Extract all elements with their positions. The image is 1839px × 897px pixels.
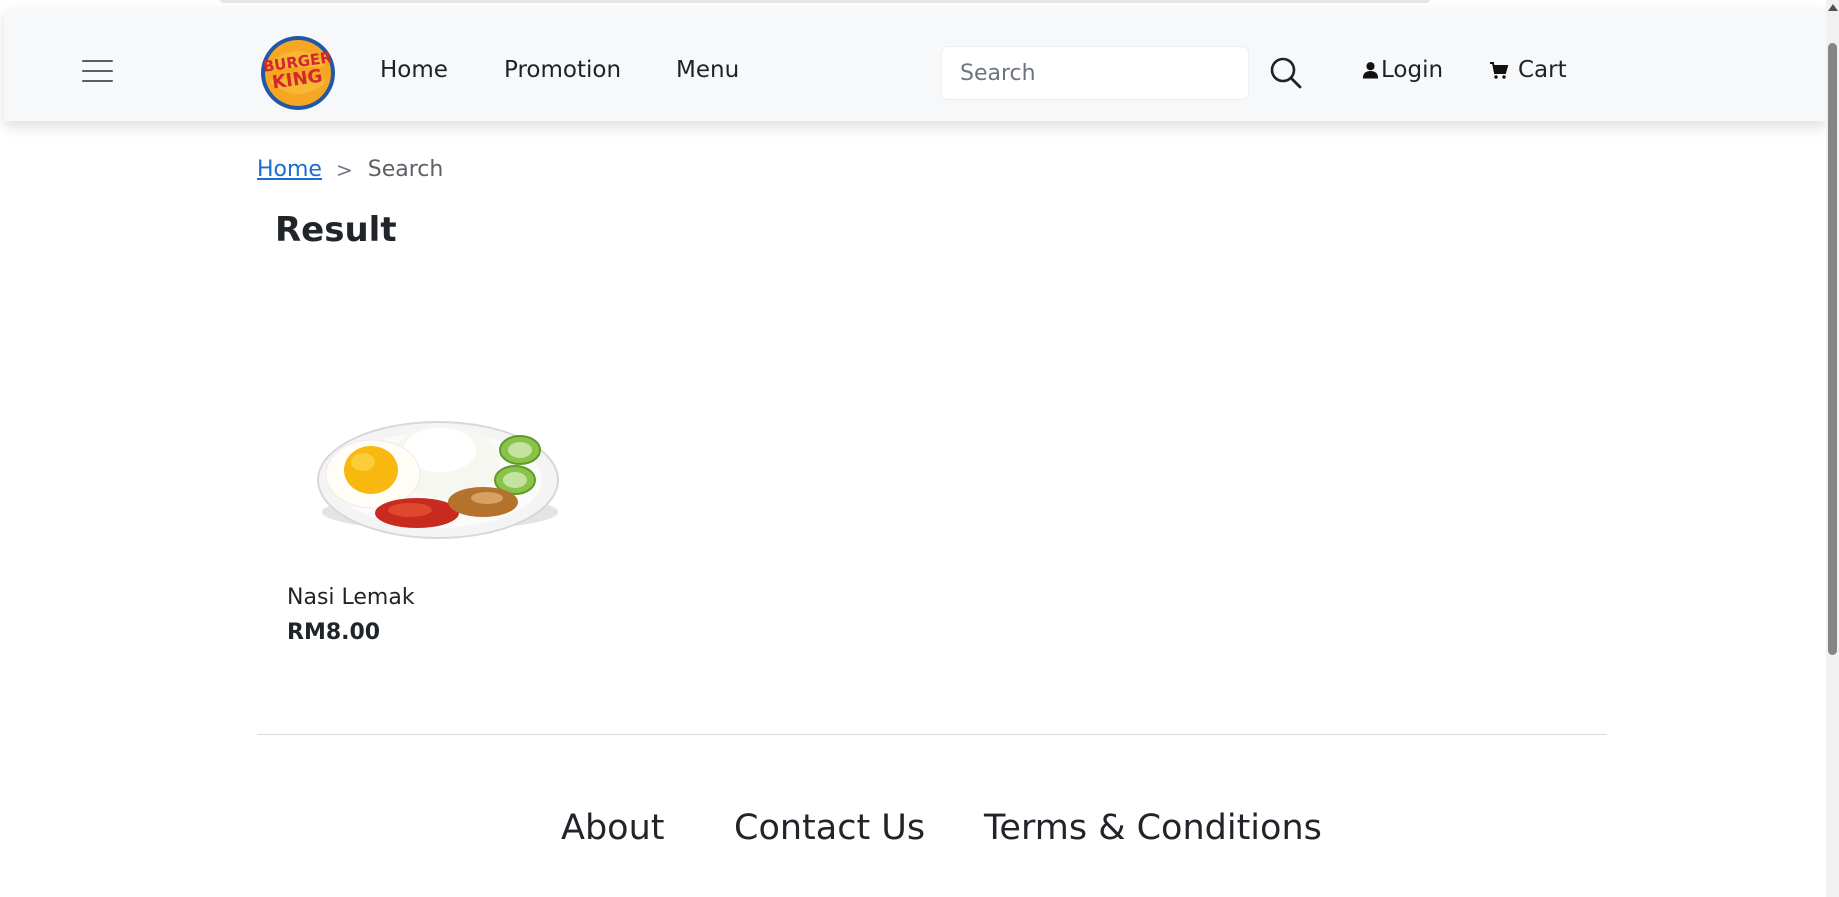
cart-label: Cart bbox=[1518, 57, 1567, 83]
login-label: Login bbox=[1381, 57, 1444, 83]
nasi-lemak-image[interactable] bbox=[315, 380, 560, 550]
nav-menu[interactable]: Menu bbox=[676, 57, 739, 83]
site-header: BURGER KING Home Promotion Menu Login Ca… bbox=[4, 8, 1826, 121]
nav-home[interactable]: Home bbox=[380, 57, 448, 83]
breadcrumb-current: Search bbox=[367, 157, 444, 182]
login-link[interactable]: Login bbox=[1361, 57, 1443, 83]
footer-about-link[interactable]: About bbox=[561, 808, 664, 848]
vertical-scrollbar[interactable] bbox=[1826, 0, 1839, 897]
footer-divider bbox=[257, 734, 1607, 735]
product-card[interactable]: Nasi Lemak RM8.00 bbox=[285, 380, 575, 655]
product-name[interactable]: Nasi Lemak bbox=[287, 585, 415, 610]
scroll-up-arrow-icon[interactable] bbox=[1828, 4, 1838, 11]
footer-contact-link[interactable]: Contact Us bbox=[734, 808, 925, 848]
breadcrumb-separator: > bbox=[335, 157, 353, 182]
search-field[interactable] bbox=[941, 46, 1249, 100]
scrollbar-thumb[interactable] bbox=[1828, 43, 1837, 655]
user-icon bbox=[1362, 62, 1379, 79]
search-icon[interactable] bbox=[1268, 55, 1304, 91]
window-top-edge bbox=[220, 0, 1430, 3]
hamburger-menu-icon[interactable] bbox=[82, 58, 114, 84]
product-price: RM8.00 bbox=[287, 620, 381, 645]
footer-terms-link[interactable]: Terms & Conditions bbox=[984, 808, 1322, 848]
breadcrumb: Home > Search bbox=[257, 157, 443, 182]
cart-link[interactable]: Cart bbox=[1489, 57, 1567, 83]
search-input[interactable] bbox=[942, 47, 1248, 99]
nav-promotion[interactable]: Promotion bbox=[504, 57, 621, 83]
cart-icon bbox=[1490, 62, 1509, 79]
burger-king-logo[interactable]: BURGER KING bbox=[260, 35, 336, 111]
breadcrumb-home-link[interactable]: Home bbox=[257, 157, 322, 182]
page-title: Result bbox=[275, 210, 397, 250]
